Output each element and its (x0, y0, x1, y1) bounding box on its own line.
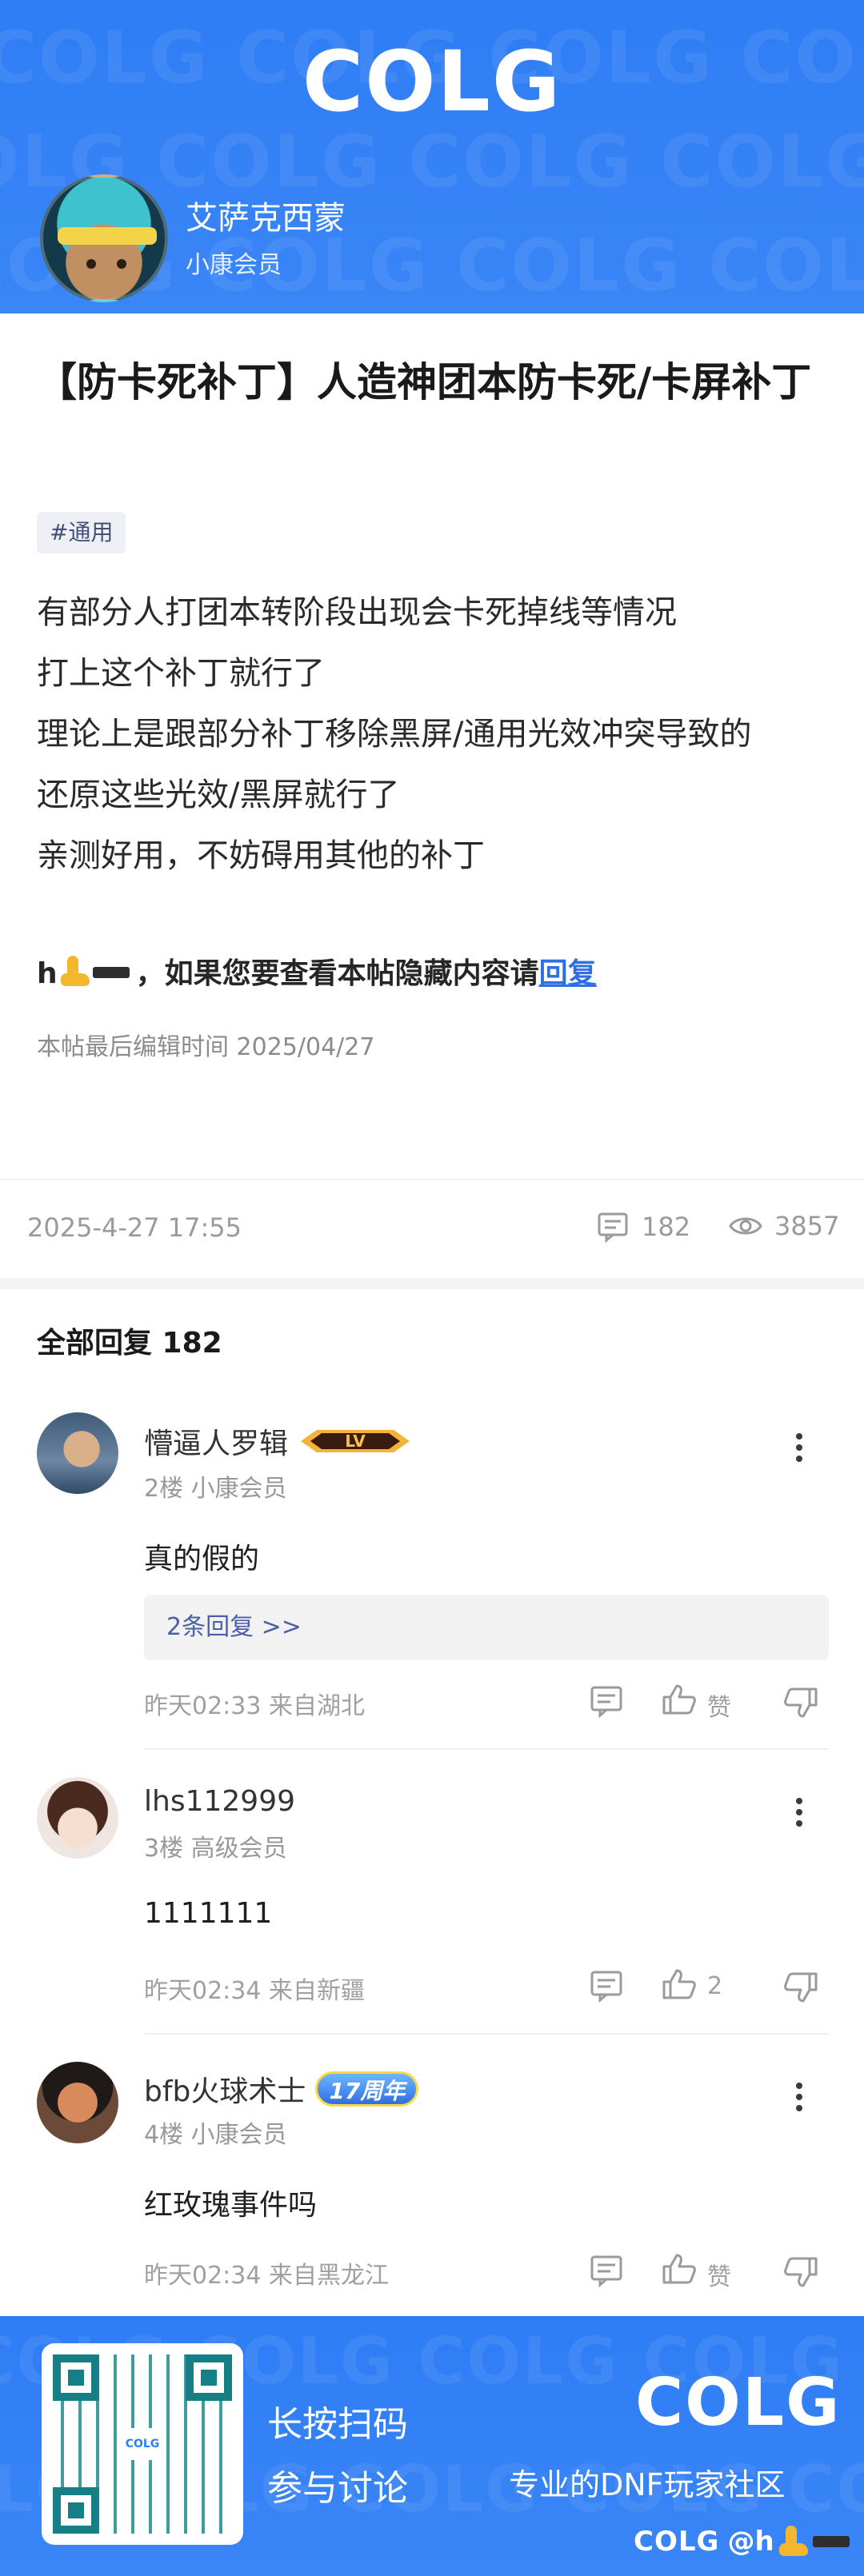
more-options-icon[interactable] (787, 2079, 811, 2119)
comment-text: 1111111 (144, 1897, 273, 1930)
reply-icon[interactable] (589, 1969, 626, 2003)
section-separator (0, 1278, 864, 1289)
comment-icon (598, 1212, 628, 1243)
comment-separator (144, 1748, 829, 1750)
post-title: 【防卡死补丁】人造神团本防卡死/卡屏补丁 (37, 359, 812, 405)
reply-link[interactable]: 回复 (539, 957, 597, 990)
author-name[interactable]: 艾萨克西蒙 (186, 192, 346, 238)
comments-count: 182 (642, 1212, 691, 1242)
comment-actions: 赞 (589, 1681, 837, 1722)
reply-icon[interactable] (589, 2254, 626, 2287)
dislike-icon[interactable] (782, 1971, 819, 2004)
comment-separator (144, 2033, 829, 2035)
comment-floor: 4楼 小康会员 (144, 2121, 287, 2149)
dislike-icon[interactable] (782, 2255, 819, 2289)
commenter-name-text: bfb火球术士 (144, 2075, 306, 2108)
comment-text: 真的假的 (144, 1543, 260, 1576)
commenter-name[interactable]: lhs112999 (144, 1785, 295, 1818)
dislike-icon[interactable] (782, 1686, 819, 1719)
scan-line-2: 参与讨论 (267, 2468, 408, 2509)
dash-emoji-icon (92, 967, 130, 978)
colg-logo: COLG (302, 33, 562, 130)
post-body-line: 打上这个补丁就行了 (37, 655, 325, 692)
footer-colg-logo: COLG (635, 2365, 842, 2441)
views-count: 3857 (774, 1211, 840, 1241)
dash-emoji-icon (812, 2536, 850, 2547)
qr-code[interactable]: COLG (42, 2343, 243, 2545)
divider (0, 1179, 864, 1180)
sub-replies-button[interactable]: 2条回复 >> (144, 1595, 829, 1660)
post-meta-row: 2025-4-27 17:55 182 3857 (0, 1182, 864, 1276)
comment-actions: 赞 (589, 2251, 837, 2291)
eye-icon (729, 1217, 762, 1235)
author-level: 小康会员 (186, 251, 282, 279)
commenter-avatar[interactable] (37, 1412, 118, 1494)
level-badge: LV (298, 1425, 413, 1457)
commenter-avatar[interactable] (37, 2062, 118, 2143)
author-avatar[interactable] (40, 174, 168, 302)
comments-stat[interactable]: 182 (597, 1211, 690, 1243)
views-stat: 3857 (728, 1211, 839, 1241)
scan-prompt: 长按扫码 参与讨论 (267, 2393, 408, 2521)
like-icon[interactable] (661, 1683, 698, 1716)
commenter-avatar[interactable] (37, 1777, 118, 1859)
replies-header: 全部回复 182 (37, 1327, 222, 1360)
hidden-prefix: h (37, 957, 58, 990)
post-body-line: 理论上是跟部分补丁移除黑屏/通用光效冲突导致的 (37, 716, 752, 753)
level-badge-text: LV (345, 1432, 366, 1451)
comment-meta: 昨天02:34 来自黑龙江 (144, 2262, 389, 2290)
qr-logo: COLG (123, 2428, 162, 2460)
post-body-line: 亲测好用，不妨碍用其他的补丁 (37, 837, 485, 874)
comment-floor: 3楼 高级会员 (144, 1835, 287, 1863)
commenter-name-text: 懵逼人罗辑 (144, 1428, 289, 1460)
post-tag[interactable]: #通用 (37, 512, 126, 553)
comment-meta: 昨天02:33 来自湖北 (144, 1692, 365, 1720)
like-count: 赞 (707, 1694, 731, 1722)
comment-actions: 2 (589, 1966, 837, 2006)
foot-emoji-icon (776, 2526, 811, 2558)
footer-watermark: COLG @h (634, 2526, 856, 2558)
comment-meta: 昨天02:34 来自新疆 (144, 1977, 365, 2005)
hidden-content-notice: h ，如果您要查看本帖隐藏内容请回复 (37, 953, 597, 995)
commenter-name-text: lhs112999 (144, 1785, 295, 1818)
footer-slogan: 专业的DNF玩家社区 (509, 2467, 786, 2502)
like-count: 赞 (707, 2263, 731, 2291)
edit-time: 本帖最后编辑时间 2025/04/27 (37, 1033, 375, 1061)
watermark-logo: COLG (634, 2526, 720, 2558)
watermark-user: @h (727, 2526, 774, 2558)
commenter-name[interactable]: 懵逼人罗辑 LV (144, 1420, 413, 1462)
post-body: 有部分人打团本转阶段出现会卡死掉线等情况 打上这个补丁就行了 理论上是跟部分补丁… (37, 582, 837, 886)
commenter-name[interactable]: bfb火球术士 17周年 (144, 2068, 419, 2110)
scan-line-1: 长按扫码 (267, 2404, 408, 2445)
post-page: COLG COLG COLG CO LG COLG COLG COLG COLG … (0, 0, 864, 2576)
post-body-line: 有部分人打团本转阶段出现会卡死掉线等情况 (37, 594, 677, 631)
post-header: COLG COLG COLG CO LG COLG COLG COLG COLG … (0, 0, 864, 314)
reply-icon[interactable] (589, 1684, 626, 1718)
more-options-icon[interactable] (787, 1430, 811, 1470)
more-options-icon[interactable] (787, 1795, 811, 1835)
like-icon[interactable] (661, 1967, 698, 2001)
comment-text: 红玫瑰事件吗 (144, 2189, 318, 2222)
foot-emoji-icon (58, 956, 93, 988)
share-footer: COLG COLG COLG COLG COLG COLG COLG COLG … (0, 2316, 864, 2576)
like-count: 2 (707, 1972, 723, 2000)
post-time: 2025-4-27 17:55 (27, 1212, 242, 1243)
comment-floor: 2楼 小康会员 (144, 1475, 287, 1503)
hidden-text: ，如果您要查看本帖隐藏内容请 (135, 957, 539, 990)
like-icon[interactable] (661, 2252, 698, 2286)
qr-pattern: COLG (53, 2354, 232, 2534)
post-body-line: 还原这些光效/黑屏就行了 (37, 777, 400, 813)
anniversary-badge: 17周年 (315, 2071, 419, 2107)
